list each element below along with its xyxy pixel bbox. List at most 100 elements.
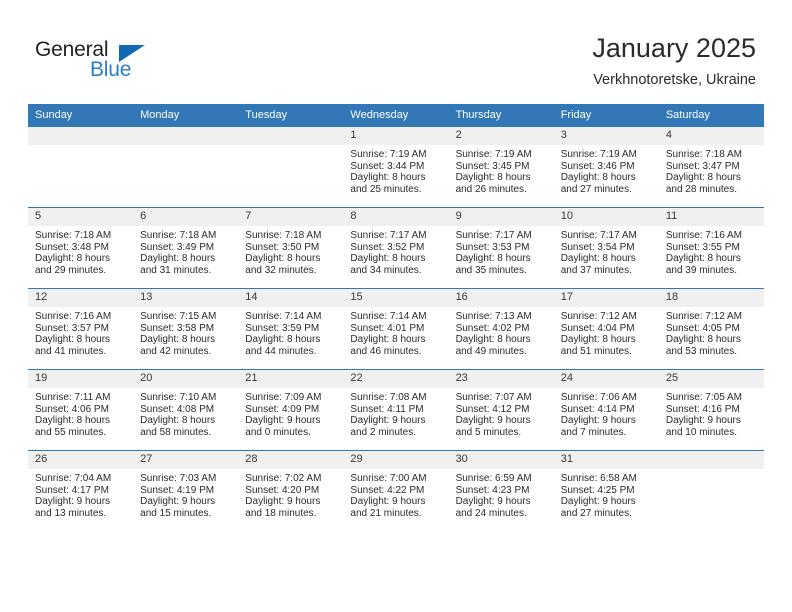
daylight-hours: Daylight: 9 hours [665, 415, 741, 427]
sunset-time: Sunset: 4:11 PM [350, 403, 424, 415]
calendar-day-cell[interactable]: 7 Sunrise: 7:18 AM Sunset: 3:50 PM Daylight… [238, 207, 344, 289]
calendar-day-cell[interactable]: 8 Sunrise: 7:17 AM Sunset: 3:52 PM Daylight… [343, 207, 449, 289]
day-details: Sunrise: 6:59 AM Sunset: 4:23 PM Daylight:… [449, 469, 554, 519]
day-number: 26 [28, 451, 134, 469]
daylight-minutes: and 55 minutes. [35, 426, 107, 438]
calendar-day-cell[interactable]: 20 Sunrise: 7:10 AM Sunset: 4:08 PM Dayligh… [133, 369, 239, 451]
sunrise-time: Sunrise: 7:09 AM [245, 392, 322, 403]
day-number [658, 451, 764, 469]
daylight-minutes: and 31 minutes. [140, 264, 212, 276]
calendar-day-cell[interactable]: 23 Sunrise: 7:07 AM Sunset: 4:12 PM Dayligh… [448, 369, 554, 451]
sunrise-time: Sunrise: 7:17 AM [350, 230, 427, 241]
day-number: 16 [448, 289, 554, 307]
sunset-time: Sunset: 4:16 PM [665, 403, 740, 415]
sunset-time: Sunset: 3:53 PM [455, 241, 530, 253]
day-number: 12 [28, 289, 134, 307]
calendar-day-cell[interactable]: 25 Sunrise: 7:05 AM Sunset: 4:16 PM Dayligh… [658, 369, 764, 451]
calendar-day-cell[interactable]: 11 Sunrise: 7:16 AM Sunset: 3:55 PM Dayligh… [658, 207, 764, 289]
calendar-day-cell[interactable]: 9 Sunrise: 7:17 AM Sunset: 3:53 PM Daylight… [448, 207, 554, 289]
calendar-day-cell[interactable]: 21 Sunrise: 7:09 AM Sunset: 4:09 PM Dayligh… [238, 369, 344, 451]
calendar-day-cell[interactable]: 15 Sunrise: 7:14 AM Sunset: 4:01 PM Dayligh… [343, 288, 449, 370]
day-details: Sunrise: 7:17 AM Sunset: 3:54 PM Daylight:… [554, 226, 659, 276]
calendar-day-cell[interactable]: 31 Sunrise: 6:58 AM Sunset: 4:25 PM Dayligh… [553, 450, 659, 531]
daylight-minutes: and 15 minutes. [140, 507, 212, 519]
calendar-day-cell[interactable]: 28 Sunrise: 7:02 AM Sunset: 4:20 PM Dayligh… [238, 450, 344, 531]
daylight-hours: Daylight: 8 hours [350, 334, 426, 346]
day-number: 3 [553, 127, 659, 145]
sunset-time: Sunset: 3:58 PM [140, 322, 215, 334]
sunset-time: Sunset: 4:19 PM [140, 484, 215, 496]
sunrise-time: Sunrise: 7:15 AM [140, 311, 217, 322]
calendar-day-cell[interactable]: 2 Sunrise: 7:19 AM Sunset: 3:45 PM Daylight… [448, 126, 554, 208]
calendar-day-cell[interactable]: 22 Sunrise: 7:08 AM Sunset: 4:11 PM Dayligh… [343, 369, 449, 451]
daylight-hours: Daylight: 8 hours [350, 172, 426, 184]
calendar-day-cell[interactable]: 1 Sunrise: 7:19 AM Sunset: 3:44 PM Daylight… [343, 126, 449, 208]
day-details: Sunrise: 7:16 AM Sunset: 3:57 PM Daylight:… [28, 307, 133, 357]
sunrise-time: Sunrise: 7:12 AM [560, 311, 637, 322]
day-details: Sunrise: 7:19 AM Sunset: 3:46 PM Daylight:… [554, 145, 659, 195]
daylight-minutes: and 46 minutes. [350, 345, 422, 357]
sunrise-time: Sunrise: 7:17 AM [560, 230, 637, 241]
sunrise-time: Sunrise: 7:19 AM [350, 149, 427, 160]
daylight-minutes: and 32 minutes. [245, 264, 317, 276]
daylight-minutes: and 27 minutes. [560, 183, 632, 195]
daylight-minutes: and 27 minutes. [560, 507, 632, 519]
calendar-week-row: 12 Sunrise: 7:16 AM Sunset: 3:57 PM Dayligh… [28, 288, 764, 370]
calendar-day-cell[interactable]: 14 Sunrise: 7:14 AM Sunset: 3:59 PM Dayligh… [238, 288, 344, 370]
sunrise-time: Sunrise: 7:12 AM [665, 311, 742, 322]
calendar-week-row: 19 Sunrise: 7:11 AM Sunset: 4:06 PM Dayligh… [28, 369, 764, 451]
calendar-day-cell[interactable]: 4 Sunrise: 7:18 AM Sunset: 3:47 PM Daylight… [658, 126, 764, 208]
sunrise-time: Sunrise: 7:19 AM [455, 149, 532, 160]
calendar-day-cell-empty [238, 126, 344, 208]
daylight-hours: Daylight: 9 hours [560, 415, 636, 427]
day-details: Sunrise: 7:03 AM Sunset: 4:19 PM Daylight:… [133, 469, 238, 519]
calendar-day-cell[interactable]: 17 Sunrise: 7:12 AM Sunset: 4:04 PM Dayligh… [553, 288, 659, 370]
daylight-hours: Daylight: 8 hours [560, 172, 636, 184]
sunrise-time: Sunrise: 7:03 AM [140, 473, 217, 484]
calendar-day-cell[interactable]: 27 Sunrise: 7:03 AM Sunset: 4:19 PM Dayligh… [133, 450, 239, 531]
sunset-time: Sunset: 3:47 PM [665, 160, 740, 172]
day-number: 4 [658, 127, 764, 145]
day-details: Sunrise: 7:06 AM Sunset: 4:14 PM Daylight:… [554, 388, 659, 438]
sunset-time: Sunset: 4:14 PM [560, 403, 635, 415]
sunrise-time: Sunrise: 7:00 AM [350, 473, 427, 484]
day-details: Sunrise: 6:58 AM Sunset: 4:25 PM Daylight:… [554, 469, 659, 519]
sunrise-time: Sunrise: 7:18 AM [665, 149, 742, 160]
daylight-hours: Daylight: 8 hours [140, 334, 216, 346]
daylight-hours: Daylight: 8 hours [455, 334, 531, 346]
calendar-day-cell[interactable]: 18 Sunrise: 7:12 AM Sunset: 4:05 PM Dayligh… [658, 288, 764, 370]
daylight-minutes: and 29 minutes. [35, 264, 107, 276]
calendar-day-cell[interactable]: 26 Sunrise: 7:04 AM Sunset: 4:17 PM Dayligh… [28, 450, 134, 531]
calendar-week-row: 26 Sunrise: 7:04 AM Sunset: 4:17 PM Dayligh… [28, 450, 764, 531]
daylight-hours: Daylight: 9 hours [140, 496, 216, 508]
day-details: Sunrise: 7:18 AM Sunset: 3:47 PM Daylight:… [659, 145, 764, 195]
day-details: Sunrise: 7:18 AM Sunset: 3:49 PM Daylight:… [133, 226, 238, 276]
day-details: Sunrise: 7:07 AM Sunset: 4:12 PM Daylight:… [449, 388, 554, 438]
day-number: 8 [343, 208, 449, 226]
day-number: 15 [343, 289, 449, 307]
daylight-hours: Daylight: 8 hours [560, 334, 636, 346]
calendar-day-cell[interactable]: 3 Sunrise: 7:19 AM Sunset: 3:46 PM Daylight… [553, 126, 659, 208]
calendar-day-cell[interactable]: 24 Sunrise: 7:06 AM Sunset: 4:14 PM Dayligh… [553, 369, 659, 451]
calendar-day-cell[interactable]: 10 Sunrise: 7:17 AM Sunset: 3:54 PM Dayligh… [553, 207, 659, 289]
calendar-day-cell[interactable]: 5 Sunrise: 7:18 AM Sunset: 3:48 PM Daylight… [28, 207, 134, 289]
calendar-day-cell[interactable]: 30 Sunrise: 6:59 AM Sunset: 4:23 PM Dayligh… [448, 450, 554, 531]
sunset-time: Sunset: 4:09 PM [245, 403, 320, 415]
daylight-hours: Daylight: 9 hours [455, 415, 531, 427]
calendar-day-cell[interactable]: 6 Sunrise: 7:18 AM Sunset: 3:49 PM Daylight… [133, 207, 239, 289]
day-number: 29 [343, 451, 449, 469]
daylight-minutes: and 7 minutes. [560, 426, 627, 438]
day-number: 27 [133, 451, 239, 469]
general-blue-logo[interactable]: General Blue [35, 38, 195, 86]
calendar-day-cell[interactable]: 12 Sunrise: 7:16 AM Sunset: 3:57 PM Dayligh… [28, 288, 134, 370]
daylight-hours: Daylight: 8 hours [245, 334, 321, 346]
day-number: 5 [28, 208, 134, 226]
day-details: Sunrise: 7:14 AM Sunset: 3:59 PM Daylight:… [238, 307, 343, 357]
daylight-hours: Daylight: 9 hours [245, 496, 321, 508]
day-number: 19 [28, 370, 134, 388]
calendar-day-cell[interactable]: 29 Sunrise: 7:00 AM Sunset: 4:22 PM Dayligh… [343, 450, 449, 531]
calendar-day-cell[interactable]: 19 Sunrise: 7:11 AM Sunset: 4:06 PM Dayligh… [28, 369, 134, 451]
calendar-day-cell[interactable]: 16 Sunrise: 7:13 AM Sunset: 4:02 PM Dayligh… [448, 288, 554, 370]
calendar-day-cell[interactable]: 13 Sunrise: 7:15 AM Sunset: 3:58 PM Dayligh… [133, 288, 239, 370]
sunrise-time: Sunrise: 7:14 AM [350, 311, 427, 322]
